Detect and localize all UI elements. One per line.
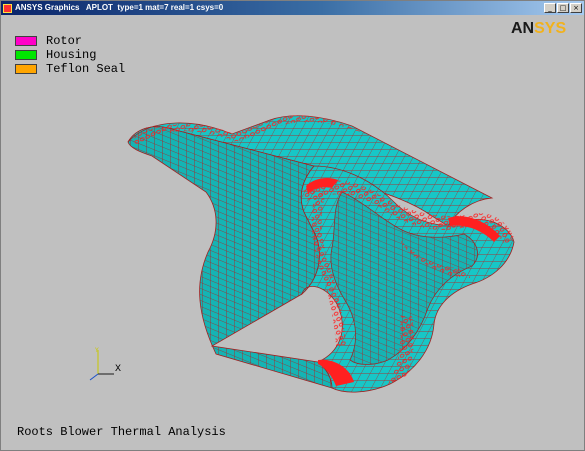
ansys-logo-an: AN: [511, 20, 535, 37]
title-bar[interactable]: ANSYS Graphics APLOT type=1 mat=7 real=1…: [1, 1, 584, 15]
ansys-logo-sys: SYS: [534, 20, 567, 37]
ansys-app-icon: [3, 3, 12, 13]
coordinate-triad-icon: Y: [89, 347, 114, 381]
material-legend: Rotor Housing Teflon Seal: [15, 34, 125, 76]
teflon-seal-color-swatch: [15, 64, 37, 74]
maximize-button[interactable]: □: [557, 3, 569, 13]
legend-label-teflon-seal: Teflon Seal: [46, 62, 126, 76]
ansys-graphics-window: ANSYS Graphics APLOT type=1 mat=7 real=1…: [0, 0, 585, 451]
legend-item-housing: Housing: [15, 48, 125, 62]
rotor-color-swatch: [15, 36, 37, 46]
legend-item-rotor: Rotor: [15, 34, 125, 48]
graphics-viewport[interactable]: Rotor Housing Teflon Seal ANSYS Y X Root…: [2, 16, 583, 449]
triad-x-label: X: [115, 364, 122, 375]
housing-color-swatch: [15, 50, 37, 60]
legend-label-rotor: Rotor: [46, 34, 83, 48]
legend-item-teflon-seal: Teflon Seal: [15, 62, 125, 76]
plot-caption: Roots Blower Thermal Analysis: [17, 425, 226, 439]
minimize-button[interactable]: _: [544, 3, 556, 13]
ansys-logo: ANSYS: [511, 20, 566, 38]
window-title: ANSYS Graphics APLOT type=1 mat=7 real=1…: [15, 3, 224, 12]
finite-element-model: [127, 115, 515, 393]
svg-text:Y: Y: [94, 347, 99, 354]
close-button[interactable]: ×: [570, 3, 582, 13]
legend-label-housing: Housing: [46, 48, 97, 62]
